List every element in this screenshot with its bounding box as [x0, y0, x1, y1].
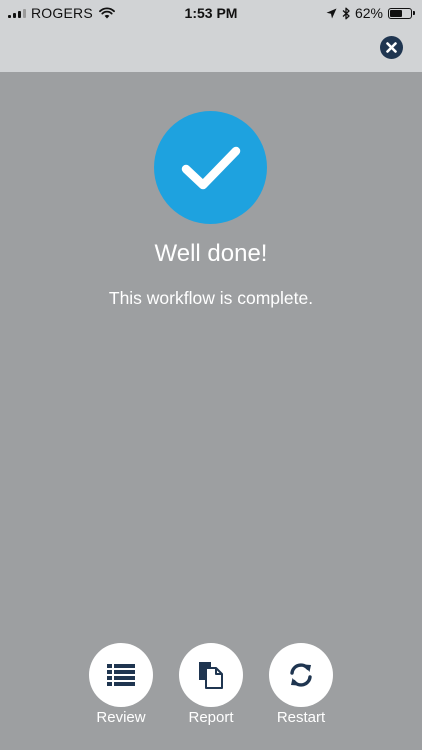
review-button[interactable]: Review — [76, 643, 166, 726]
status-right: 62% — [326, 5, 415, 21]
completion-title: Well done! — [154, 240, 268, 267]
close-button[interactable] — [380, 36, 403, 59]
report-button[interactable]: Report — [166, 643, 256, 726]
review-label: Review — [96, 709, 146, 726]
completion-message: This workflow is complete. — [108, 288, 314, 308]
restart-label: Restart — [276, 709, 326, 726]
nav-bar — [0, 26, 422, 72]
report-label: Report — [188, 709, 234, 726]
close-icon — [386, 42, 397, 53]
bluetooth-icon — [342, 7, 350, 19]
review-button-circle[interactable] — [89, 643, 153, 707]
battery-level-fill — [390, 9, 403, 17]
location-arrow-icon — [326, 8, 337, 18]
document-copy-icon — [199, 662, 223, 689]
battery-percentage: 62% — [354, 5, 383, 21]
success-badge — [154, 111, 267, 224]
list-icon — [107, 664, 135, 686]
battery-icon — [388, 7, 415, 19]
restart-button[interactable]: Restart — [256, 643, 346, 726]
status-bar: ROGERS 1:53 PM 62% — [0, 0, 422, 26]
restart-button-circle[interactable] — [269, 643, 333, 707]
report-button-circle[interactable] — [179, 643, 243, 707]
refresh-icon — [290, 663, 312, 687]
checkmark-icon — [181, 146, 240, 189]
